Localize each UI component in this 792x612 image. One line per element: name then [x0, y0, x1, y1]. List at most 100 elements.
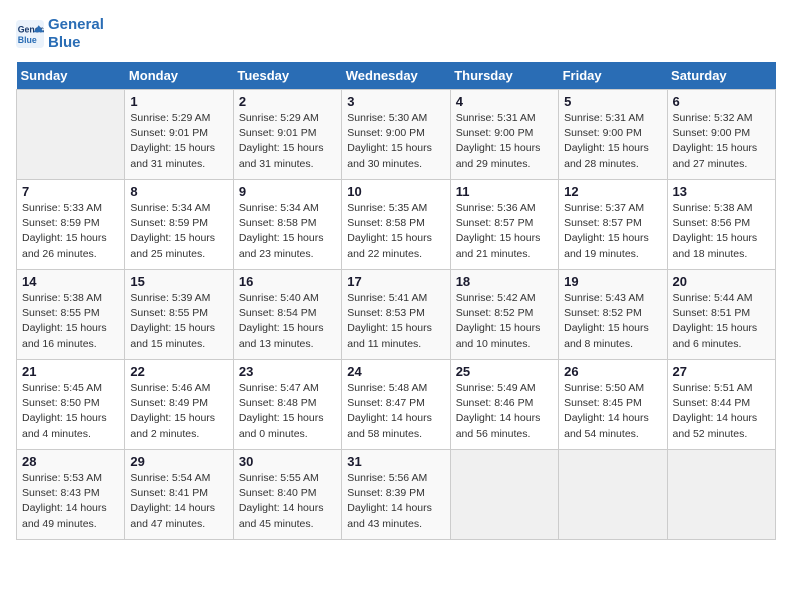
weekday-header-saturday: Saturday [667, 62, 775, 90]
cell-info: Sunrise: 5:45 AMSunset: 8:50 PMDaylight:… [22, 381, 119, 442]
day-number: 18 [456, 274, 553, 289]
weekday-header-thursday: Thursday [450, 62, 558, 90]
calendar-cell: 28Sunrise: 5:53 AMSunset: 8:43 PMDayligh… [17, 450, 125, 540]
calendar-cell: 22 Sunrise: 5:46 AMSunset: 8:49 PMDayligh… [125, 360, 233, 450]
day-number: 4 [456, 94, 553, 109]
day-number: 20 [673, 274, 770, 289]
week-row-5: 28Sunrise: 5:53 AMSunset: 8:43 PMDayligh… [17, 450, 776, 540]
calendar-cell: 4Sunrise: 5:31 AMSunset: 9:00 PMDaylight… [450, 90, 558, 180]
cell-info: Sunrise: 5:55 AMSunset: 8:40 PMDaylight:… [239, 471, 336, 532]
logo-icon: General Blue [16, 20, 44, 48]
cell-info: Sunrise: 5:51 AMSunset: 8:44 PMDaylight:… [673, 381, 770, 442]
day-number: 19 [564, 274, 661, 289]
calendar-cell: 1 Sunrise: 5:29 AMSunset: 9:01 PMDaylight… [125, 90, 233, 180]
calendar-cell: 20 Sunrise: 5:44 AMSunset: 8:51 PMDayligh… [667, 270, 775, 360]
calendar-cell [667, 450, 775, 540]
day-number: 8 [130, 184, 227, 199]
calendar-cell: 7Sunrise: 5:33 AMSunset: 8:59 PMDaylight… [17, 180, 125, 270]
day-number: 25 [456, 364, 553, 379]
cell-info: Sunrise: 5:33 AMSunset: 8:59 PMDaylight:… [22, 201, 119, 262]
calendar-cell: 18Sunrise: 5:42 AMSunset: 8:52 PMDayligh… [450, 270, 558, 360]
calendar-cell: 15 Sunrise: 5:39 AMSunset: 8:55 PMDayligh… [125, 270, 233, 360]
day-number: 29 [130, 454, 227, 469]
calendar-cell: 27 Sunrise: 5:51 AMSunset: 8:44 PMDayligh… [667, 360, 775, 450]
day-number: 5 [564, 94, 661, 109]
calendar-cell: 26 Sunrise: 5:50 AMSunset: 8:45 PMDayligh… [559, 360, 667, 450]
cell-info: Sunrise: 5:56 AMSunset: 8:39 PMDaylight:… [347, 471, 444, 532]
day-number: 22 [130, 364, 227, 379]
cell-info: Sunrise: 5:44 AMSunset: 8:51 PMDaylight:… [673, 291, 770, 352]
calendar-cell: 30 Sunrise: 5:55 AMSunset: 8:40 PMDayligh… [233, 450, 341, 540]
cell-info: Sunrise: 5:34 AMSunset: 8:59 PMDaylight:… [130, 201, 227, 262]
calendar-cell: 8 Sunrise: 5:34 AMSunset: 8:59 PMDaylight… [125, 180, 233, 270]
cell-info: Sunrise: 5:39 AMSunset: 8:55 PMDaylight:… [130, 291, 227, 352]
calendar-cell: 2 Sunrise: 5:29 AMSunset: 9:01 PMDaylight… [233, 90, 341, 180]
day-number: 6 [673, 94, 770, 109]
cell-info: Sunrise: 5:49 AMSunset: 8:46 PMDaylight:… [456, 381, 553, 442]
cell-info: Sunrise: 5:50 AMSunset: 8:45 PMDaylight:… [564, 381, 661, 442]
day-number: 30 [239, 454, 336, 469]
day-number: 28 [22, 454, 119, 469]
weekday-header-friday: Friday [559, 62, 667, 90]
cell-info: Sunrise: 5:29 AMSunset: 9:01 PMDaylight:… [130, 111, 227, 172]
page-header: General Blue General Blue [16, 16, 776, 52]
cell-info: Sunrise: 5:47 AMSunset: 8:48 PMDaylight:… [239, 381, 336, 442]
day-number: 26 [564, 364, 661, 379]
day-number: 27 [673, 364, 770, 379]
day-number: 13 [673, 184, 770, 199]
logo-text: General Blue [48, 16, 104, 52]
cell-info: Sunrise: 5:43 AMSunset: 8:52 PMDaylight:… [564, 291, 661, 352]
calendar-cell: 29 Sunrise: 5:54 AMSunset: 8:41 PMDayligh… [125, 450, 233, 540]
day-number: 24 [347, 364, 444, 379]
calendar-header: SundayMondayTuesdayWednesdayThursdayFrid… [17, 62, 776, 90]
calendar-cell: 13 Sunrise: 5:38 AMSunset: 8:56 PMDayligh… [667, 180, 775, 270]
day-number: 21 [22, 364, 119, 379]
calendar-cell: 3Sunrise: 5:30 AMSunset: 9:00 PMDaylight… [342, 90, 450, 180]
day-number: 11 [456, 184, 553, 199]
cell-info: Sunrise: 5:54 AMSunset: 8:41 PMDaylight:… [130, 471, 227, 532]
calendar-cell [559, 450, 667, 540]
day-number: 9 [239, 184, 336, 199]
weekday-header-tuesday: Tuesday [233, 62, 341, 90]
cell-info: Sunrise: 5:38 AMSunset: 8:56 PMDaylight:… [673, 201, 770, 262]
day-number: 2 [239, 94, 336, 109]
cell-info: Sunrise: 5:35 AMSunset: 8:58 PMDaylight:… [347, 201, 444, 262]
cell-info: Sunrise: 5:29 AMSunset: 9:01 PMDaylight:… [239, 111, 336, 172]
cell-info: Sunrise: 5:30 AMSunset: 9:00 PMDaylight:… [347, 111, 444, 172]
day-number: 10 [347, 184, 444, 199]
calendar-cell: 23Sunrise: 5:47 AMSunset: 8:48 PMDayligh… [233, 360, 341, 450]
day-number: 15 [130, 274, 227, 289]
calendar-cell: 19 Sunrise: 5:43 AMSunset: 8:52 PMDayligh… [559, 270, 667, 360]
cell-info: Sunrise: 5:46 AMSunset: 8:49 PMDaylight:… [130, 381, 227, 442]
calendar-cell: 17 Sunrise: 5:41 AMSunset: 8:53 PMDayligh… [342, 270, 450, 360]
cell-info: Sunrise: 5:41 AMSunset: 8:53 PMDaylight:… [347, 291, 444, 352]
cell-info: Sunrise: 5:37 AMSunset: 8:57 PMDaylight:… [564, 201, 661, 262]
calendar-cell: 16Sunrise: 5:40 AMSunset: 8:54 PMDayligh… [233, 270, 341, 360]
cell-info: Sunrise: 5:34 AMSunset: 8:58 PMDaylight:… [239, 201, 336, 262]
calendar-cell: 31 Sunrise: 5:56 AMSunset: 8:39 PMDayligh… [342, 450, 450, 540]
calendar-cell: 24 Sunrise: 5:48 AMSunset: 8:47 PMDayligh… [342, 360, 450, 450]
cell-info: Sunrise: 5:31 AMSunset: 9:00 PMDaylight:… [564, 111, 661, 172]
calendar-cell: 5 Sunrise: 5:31 AMSunset: 9:00 PMDaylight… [559, 90, 667, 180]
cell-info: Sunrise: 5:48 AMSunset: 8:47 PMDaylight:… [347, 381, 444, 442]
cell-info: Sunrise: 5:36 AMSunset: 8:57 PMDaylight:… [456, 201, 553, 262]
week-row-4: 21 Sunrise: 5:45 AMSunset: 8:50 PMDayligh… [17, 360, 776, 450]
weekday-header-wednesday: Wednesday [342, 62, 450, 90]
weekday-header-row: SundayMondayTuesdayWednesdayThursdayFrid… [17, 62, 776, 90]
day-number: 17 [347, 274, 444, 289]
calendar-cell: 21 Sunrise: 5:45 AMSunset: 8:50 PMDayligh… [17, 360, 125, 450]
day-number: 14 [22, 274, 119, 289]
svg-text:Blue: Blue [18, 35, 37, 45]
week-row-3: 14Sunrise: 5:38 AMSunset: 8:55 PMDayligh… [17, 270, 776, 360]
calendar-cell [17, 90, 125, 180]
week-row-2: 7Sunrise: 5:33 AMSunset: 8:59 PMDaylight… [17, 180, 776, 270]
day-number: 1 [130, 94, 227, 109]
cell-info: Sunrise: 5:32 AMSunset: 9:00 PMDaylight:… [673, 111, 770, 172]
day-number: 31 [347, 454, 444, 469]
calendar-cell: 12Sunrise: 5:37 AMSunset: 8:57 PMDayligh… [559, 180, 667, 270]
calendar-cell [450, 450, 558, 540]
calendar-cell: 25 Sunrise: 5:49 AMSunset: 8:46 PMDayligh… [450, 360, 558, 450]
calendar-cell: 10 Sunrise: 5:35 AMSunset: 8:58 PMDayligh… [342, 180, 450, 270]
logo: General Blue General Blue [16, 16, 104, 52]
calendar-table: SundayMondayTuesdayWednesdayThursdayFrid… [16, 62, 776, 540]
